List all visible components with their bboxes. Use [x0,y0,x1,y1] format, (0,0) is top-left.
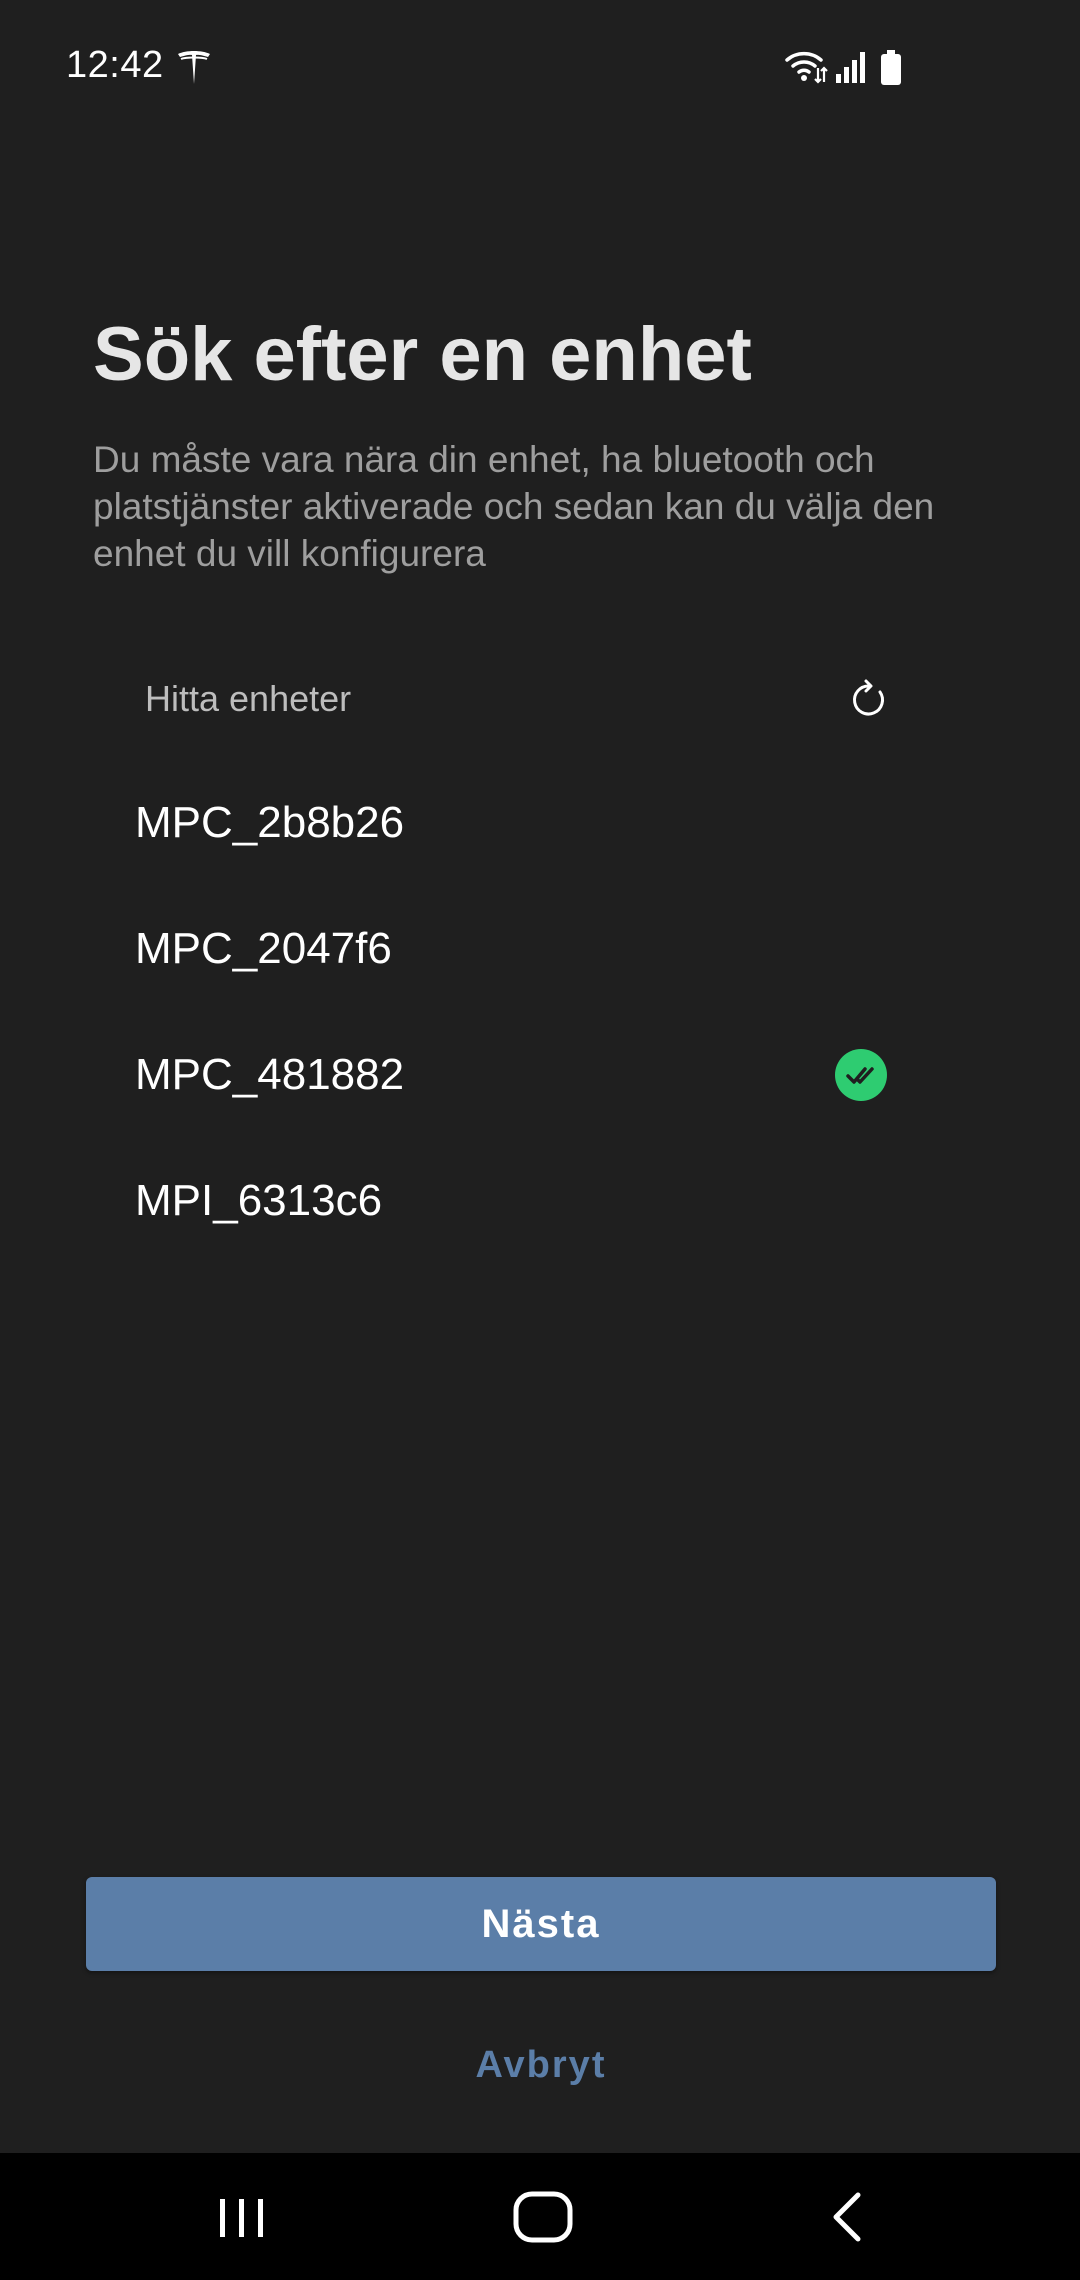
device-list-item[interactable]: MPC_2047f6 [93,886,913,1012]
status-bar: 12:42 [0,0,1080,130]
device-list-item[interactable]: MPI_6313c6 [93,1138,913,1264]
navigation-bar [0,2153,1080,2280]
battery-icon [881,50,901,85]
device-name: MPC_2b8b26 [135,798,405,847]
wifi-icon [785,52,828,84]
find-devices-label: Hitta enheter [145,678,352,719]
refresh-icon [853,679,884,716]
cancel-button[interactable]: Avbryt [86,2030,996,2100]
recents-icon[interactable] [212,2193,272,2243]
device-list: MPC_2b8b26 MPC_2047f6 MPC_481882 MPI_631… [93,760,913,1264]
device-name: MPC_481882 [135,1050,405,1099]
device-list-item[interactable]: MPC_2b8b26 [93,760,913,886]
page-description: Du måste vara nära din enhet, ha bluetoo… [93,439,935,574]
page-title: Sök efter en enhet [93,312,752,397]
device-list-item-selected[interactable]: MPC_481882 [93,1012,913,1138]
screen: 12:42 Sök efter en enhet Du måste vara n… [0,0,1080,2280]
tesla-icon [178,51,210,84]
device-name: MPC_2047f6 [135,924,392,973]
status-time: 12:42 [66,44,164,86]
next-button[interactable]: Nästa [86,1877,996,1971]
double-check-icon [835,1049,887,1101]
device-name: MPI_6313c6 [135,1176,383,1225]
find-devices-header: Hitta enheter [93,660,913,740]
signal-icon [836,52,865,83]
refresh-button[interactable] [841,672,897,728]
back-icon[interactable] [818,2189,878,2245]
home-icon[interactable] [510,2189,576,2245]
